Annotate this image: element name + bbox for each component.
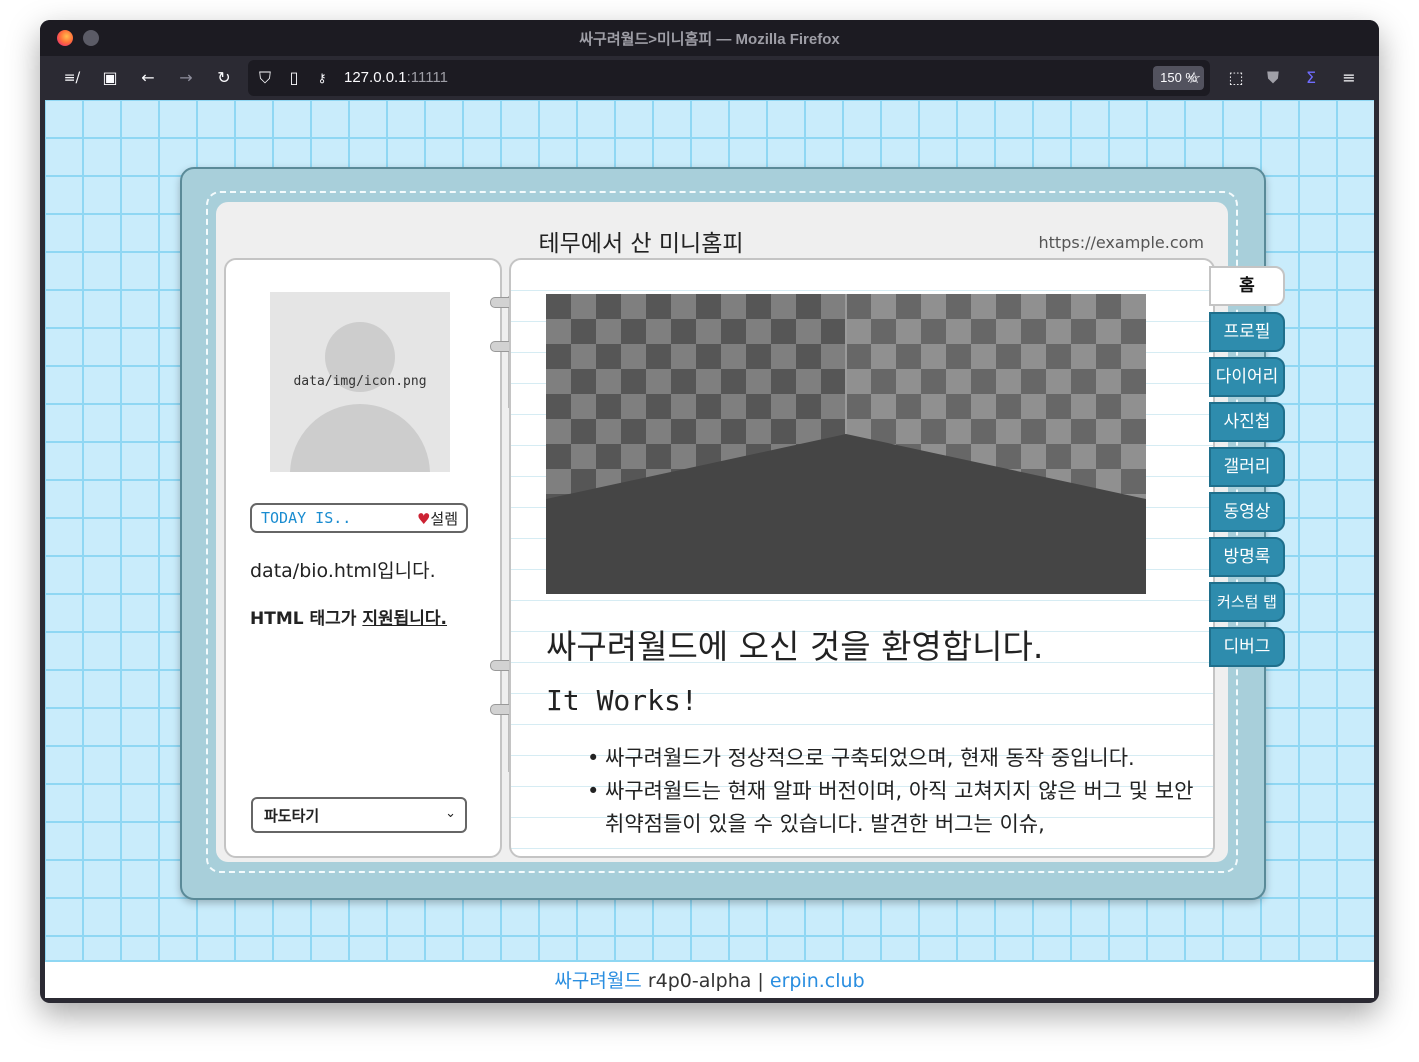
tab-home[interactable]: 홈: [1209, 266, 1285, 306]
tab-custom[interactable]: 커스텀 탭: [1209, 582, 1285, 622]
tab-video[interactable]: 동영상: [1209, 492, 1285, 532]
bio-line-1: data/bio.html입니다.: [250, 560, 436, 582]
footer-site-link[interactable]: erpin.club: [770, 970, 865, 992]
page-icon: ▯: [289, 68, 299, 87]
heart-icon: ♥: [416, 510, 431, 528]
chevron-down-icon: ⌄: [445, 806, 456, 821]
menu-icon[interactable]: ≡: [1335, 64, 1363, 92]
tab-gallery[interactable]: 갤러리: [1209, 447, 1285, 487]
bookmark-star-icon[interactable]: ☆: [1180, 64, 1208, 92]
url-text[interactable]: 127.0.0.1:11111: [344, 69, 448, 86]
main-panel: 싸구려월드에 오신 것을 환영합니다. It Works! 싸구려월드가 정상적…: [509, 258, 1215, 858]
footer-version: r4p0-alpha |: [641, 970, 770, 992]
window-title: 싸구려월드>미니홈피 — Mozilla Firefox: [579, 31, 840, 48]
forward-icon[interactable]: →: [172, 64, 200, 92]
list-item: 싸구려월드가 정상적으로 구축되었으며, 현재 동작 중입니다.: [587, 742, 1195, 775]
back-icon[interactable]: ←: [134, 64, 162, 92]
minihompy-frame: 테무에서 산 미니홈피 https://example.com data/img…: [180, 167, 1285, 900]
ublock-icon[interactable]: ⛊: [1259, 64, 1287, 92]
footer-brand-link[interactable]: 싸구려월드: [554, 970, 641, 992]
permissions-icon[interactable]: ⚷: [308, 64, 336, 92]
welcome-heading: 싸구려월드에 오신 것을 환영합니다.: [546, 627, 1044, 666]
minihompy-url[interactable]: https://example.com: [1039, 233, 1204, 252]
bio-line-2: HTML 태그가 지원됩니다.: [250, 604, 447, 629]
sidebar-icon[interactable]: ≡/: [58, 64, 86, 92]
tab-guestbook[interactable]: 방명록: [1209, 537, 1285, 577]
today-mood-text: 설렘: [430, 510, 458, 528]
list-item: 싸구려월드는 현재 알파 버전이며, 아직 고쳐지지 않은 버그 및 보안 취약…: [587, 775, 1195, 841]
minihompy-title: 테무에서 산 미니홈피: [538, 231, 744, 257]
browser-window: 싸구려월드>미니홈피 — Mozilla Firefox ≡/ ▣ ← → ↻ …: [40, 20, 1379, 1003]
bio-line-2-underlined: 지원됩니다.: [362, 609, 448, 629]
tab-debug[interactable]: 디버그: [1209, 627, 1285, 667]
wave-select[interactable]: 파도타기 ⌄: [251, 797, 467, 833]
url-host: 127.0.0.1: [344, 69, 407, 86]
title-bar: 싸구려월드>미니홈피 — Mozilla Firefox: [40, 20, 1379, 56]
notice-list: 싸구려월드가 정상적으로 구축되었으며, 현재 동작 중입니다. 싸구려월드는 …: [587, 742, 1195, 841]
browser-toolbar: ≡/ ▣ ← → ↻ ⛉ ▯ ⚷ 127.0.0.1:11111 150 % ☆…: [40, 56, 1379, 100]
avatar-body-shape: [290, 404, 430, 472]
tab-profile[interactable]: 프로필: [1209, 312, 1285, 352]
account-icon[interactable]: ▣: [96, 64, 124, 92]
site-footer: 싸구려월드 r4p0-alpha | erpin.club: [45, 960, 1374, 998]
bio-line-2-prefix: HTML 태그가: [250, 609, 363, 629]
minihompy-inner: 테무에서 산 미니홈피 https://example.com data/img…: [216, 202, 1285, 862]
checkered-room-banner: [546, 294, 1146, 594]
sigma-extension-icon[interactable]: Σ: [1297, 64, 1325, 92]
today-label: TODAY IS..: [261, 509, 352, 527]
reload-icon[interactable]: ↻: [210, 64, 238, 92]
avatar-alt-text: data/img/icon.png: [293, 374, 427, 389]
wave-select-value: 파도타기: [264, 807, 320, 825]
shield-icon[interactable]: ⛉: [251, 64, 279, 92]
profile-panel: data/img/icon.png TODAY IS.. ♥설렘 data/bi…: [224, 258, 502, 858]
tab-diary[interactable]: 다이어리: [1209, 357, 1285, 397]
today-mood-box: TODAY IS.. ♥설렘: [250, 503, 468, 533]
it-works-heading: It Works!: [546, 684, 698, 717]
extensions-icon[interactable]: ⬚: [1222, 64, 1250, 92]
avatar: data/img/icon.png: [270, 292, 450, 472]
url-port: :11111: [406, 69, 448, 86]
url-bar[interactable]: ⛉ ▯ ⚷ 127.0.0.1:11111 150 %: [248, 60, 1210, 96]
today-mood: ♥설렘: [417, 508, 458, 529]
page-viewport: 테무에서 산 미니홈피 https://example.com data/img…: [45, 100, 1374, 998]
tab-photo-album[interactable]: 사진첩: [1209, 402, 1285, 442]
